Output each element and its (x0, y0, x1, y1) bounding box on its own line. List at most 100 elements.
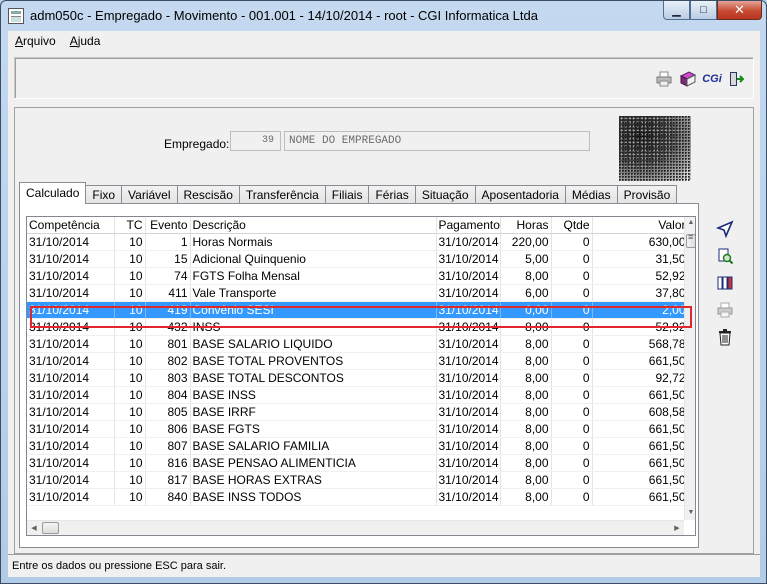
table-row[interactable]: 31/10/2014 10 807 BASE SALARIO FAMILIA 31/10… (27, 437, 695, 455)
table-cell: 10 (114, 335, 146, 353)
scroll-down-arrow-icon[interactable]: ▼ (685, 509, 695, 516)
horizontal-scrollbar[interactable]: ◀ ▶ (27, 520, 684, 535)
search-doc-icon[interactable] (715, 246, 735, 266)
table-row[interactable]: 31/10/201410432INSS31/10/20148,00052,92C (27, 318, 695, 336)
tab-calculado[interactable]: Calculado (19, 182, 87, 204)
table-cell: 31/10/2014 (436, 233, 501, 251)
table-cell: 0 (551, 488, 593, 506)
employee-code-field[interactable]: 39 (230, 131, 281, 151)
table-cell: 15 (145, 250, 191, 268)
main-panel: Empregado: 39 NOME DO EMPREGADO Calculad… (14, 107, 754, 554)
tab-ferias[interactable]: Férias (368, 185, 416, 204)
menu-arquivo[interactable]: Arquivo (8, 34, 63, 48)
table-cell: BASE IRRF (190, 403, 437, 421)
table-cell: INSS (190, 318, 437, 336)
table-cell: 8,00 (500, 471, 552, 489)
column-header[interactable]: Valor (592, 217, 689, 234)
vertical-scroll-thumb[interactable] (686, 232, 695, 248)
table-row[interactable]: 31/10/2014 10 817 BASE HORAS EXTRAS 31/10/20… (27, 471, 695, 489)
tab-provisao[interactable]: Provisão (616, 185, 678, 204)
column-header[interactable]: Pagamento (436, 217, 501, 234)
printer-icon[interactable] (655, 70, 673, 88)
table-cell: 0 (551, 335, 593, 353)
maximize-button[interactable]: □ (690, 1, 717, 20)
column-header[interactable]: Descrição (190, 217, 437, 234)
table-cell: 31,50 (592, 250, 689, 268)
tab-situacao[interactable]: Situação (414, 185, 476, 204)
tab-aposentadoria[interactable]: Aposentadoria (474, 185, 566, 204)
table-row[interactable]: 31/10/2014 10 802 BASE TOTAL PROVENTOS 31/10… (27, 352, 695, 370)
exit-door-icon[interactable] (727, 70, 745, 88)
table-cell: 31/10/2014 (27, 335, 115, 353)
table-cell: 10 (114, 471, 146, 489)
table-header-row: Competência TC Evento Descrição Pagamento Hor… (27, 217, 695, 234)
table-cell: 1 (145, 233, 191, 251)
scroll-right-arrow-icon[interactable]: ▶ (671, 524, 683, 532)
app-icon (8, 8, 24, 24)
table-cell: 804 (145, 386, 191, 404)
cgi-logo-icon[interactable]: CGi (702, 70, 722, 88)
table-cell: 31/10/2014 (436, 488, 501, 506)
table-row[interactable]: 31/10/2014 10 801 BASE SALARIO LIQUIDO 31/10… (27, 335, 695, 353)
table-row[interactable]: 31/10/2014 10 803 BASE TOTAL DESCONTOS 31/10… (27, 369, 695, 387)
table-cell: 661,50 (592, 420, 689, 438)
table-row[interactable]: 31/10/2014 10 804 BASE INSS 31/10/2014 8,00 0 6… (27, 386, 695, 404)
table-cell: Convênio SESI (190, 301, 437, 319)
column-header[interactable]: Evento (145, 217, 191, 234)
trash-icon[interactable] (715, 327, 735, 347)
table-row[interactable]: 31/10/2014 10 419 Convênio SESI 31/10/2014 0,… (27, 301, 695, 319)
table-cell: 10 (114, 267, 146, 285)
tab-filiais[interactable]: Filiais (324, 185, 370, 204)
events-table: Competência TC Evento Descrição Pagamento Hor… (27, 217, 695, 506)
column-header[interactable]: Horas (500, 217, 552, 234)
table-cell: 801 (145, 335, 191, 353)
send-icon[interactable] (715, 219, 735, 239)
table-cell: 31/10/2014 (436, 284, 501, 302)
tab-fixo[interactable]: Fixo (85, 185, 123, 204)
table-cell: 10 (114, 318, 146, 336)
columns-icon[interactable] (715, 273, 735, 293)
table-cell: 661,50 (592, 471, 689, 489)
column-header[interactable]: TC (114, 217, 146, 234)
table-row[interactable]: 31/10/2014 10 806 BASE FGTS 31/10/2014 8,00 0 6… (27, 420, 695, 438)
tab-rescisao[interactable]: Rescisão (176, 185, 240, 204)
table-row[interactable]: 31/10/2014 10 816 BASE PENSAO ALIMENTICIA 31… (27, 454, 695, 472)
scroll-left-arrow-icon[interactable]: ◀ (28, 524, 40, 532)
table-cell: FGTS Folha Mensal (190, 267, 437, 285)
table-row[interactable]: 31/10/2014 10 840 BASE INSS TODOS 31/10/2014… (27, 488, 695, 506)
table-row[interactable]: 31/10/2014 10 1 Horas Normais 31/10/2014 220,… (27, 233, 695, 251)
table-row[interactable]: 31/10/2014 10 74 FGTS Folha Mensal 31/10/201… (27, 267, 695, 285)
table-cell: 31/10/2014 (436, 454, 501, 472)
column-header[interactable]: Qtde (551, 217, 593, 234)
menu-arquivo-label: rquivo (23, 34, 56, 48)
table-row[interactable]: 31/10/2014 10 15 Adicional Quinquenio 31/10/… (27, 250, 695, 268)
table-cell: BASE INSS TODOS (190, 488, 437, 506)
table-row[interactable]: 31/10/2014 10 805 BASE IRRF 31/10/2014 8,00 0 6… (27, 403, 695, 421)
table-cell: 8,00 (500, 267, 552, 285)
employee-name-field[interactable]: NOME DO EMPREGADO (284, 131, 590, 151)
close-button[interactable]: ✕ (717, 1, 762, 20)
tab-variavel[interactable]: Variável (121, 185, 178, 204)
table-cell: 31/10/2014 (27, 284, 115, 302)
column-header[interactable]: Competência (27, 217, 115, 234)
tab-medias[interactable]: Médias (564, 185, 618, 204)
menu-ajuda[interactable]: Ajuda (63, 34, 108, 48)
tab-transferencia[interactable]: Transferência (238, 185, 326, 204)
table-cell: 10 (114, 437, 146, 455)
table-cell: 31/10/2014 (27, 267, 115, 285)
table-cell: BASE PENSAO ALIMENTICIA (190, 454, 437, 472)
scroll-up-arrow-icon[interactable]: ▲ (685, 219, 695, 226)
vertical-scrollbar[interactable]: ▲ ▼ (684, 217, 695, 520)
table-cell: 31/10/2014 (436, 386, 501, 404)
horizontal-scroll-thumb[interactable] (42, 522, 59, 534)
table-cell: 8,00 (500, 318, 552, 336)
toolbar-icons: CGi (655, 70, 745, 88)
title-bar[interactable]: adm050c - Empregado - Movimento - 001.00… (1, 1, 766, 31)
book-icon[interactable] (679, 70, 697, 88)
table-cell: 10 (114, 454, 146, 472)
table-cell: 0 (551, 369, 593, 387)
table-cell: 31/10/2014 (436, 403, 501, 421)
minimize-button[interactable]: ▁ (663, 1, 690, 20)
table-row[interactable]: 31/10/2014 10 411 Vale Transporte 31/10/2014… (27, 284, 695, 302)
table-cell: 31/10/2014 (27, 318, 115, 336)
